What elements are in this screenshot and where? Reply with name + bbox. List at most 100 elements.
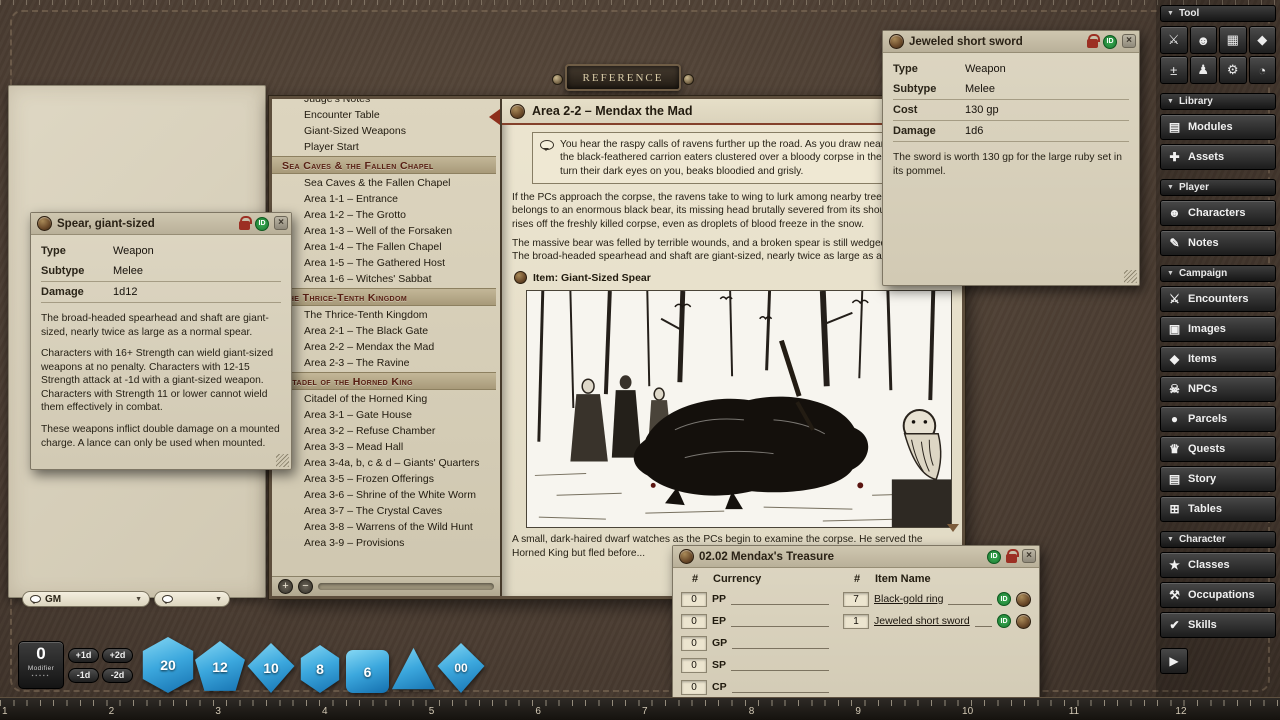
currency-qty-field[interactable]: 0 bbox=[681, 592, 707, 607]
item-name-link[interactable]: Black-gold ring bbox=[874, 593, 943, 605]
toc-entry[interactable]: Area 1-3 – Well of the Forsaken bbox=[272, 223, 496, 239]
toc-entry[interactable]: Judge's Notes bbox=[272, 99, 496, 107]
story-icon[interactable]: ▤ Story bbox=[1160, 466, 1276, 492]
dock-section-header[interactable]: ▼ Player bbox=[1160, 179, 1276, 196]
crossed-weapons-icon[interactable]: ⚔ bbox=[1160, 26, 1188, 54]
field-value[interactable]: Weapon bbox=[113, 245, 281, 257]
horizontal-scrollbar[interactable] bbox=[318, 583, 494, 590]
tables-icon[interactable]: ⊞ Tables bbox=[1160, 496, 1276, 522]
toc-entry[interactable]: Area 3-2 – Refuse Chamber bbox=[272, 423, 496, 439]
dock-section-header[interactable]: ▼ Library bbox=[1160, 93, 1276, 110]
dock-section-tool[interactable]: ▼ Tool bbox=[1160, 5, 1276, 22]
item-qty-field[interactable]: 7 bbox=[843, 592, 869, 607]
quests-icon[interactable]: ♛ Quests bbox=[1160, 436, 1276, 462]
die-d8[interactable]: 8 bbox=[296, 645, 344, 693]
chat-speaker-dropdown[interactable]: GM ▼ bbox=[22, 591, 150, 607]
item-qty-field[interactable]: 1 bbox=[843, 614, 869, 629]
minus-1d-button[interactable]: -1d bbox=[68, 668, 99, 683]
toc-entry[interactable]: Player Start bbox=[272, 139, 496, 155]
toc-entry[interactable]: The Thrice-Tenth Kingdom bbox=[272, 288, 496, 306]
bear-corpse-illustration[interactable] bbox=[526, 290, 952, 528]
radial-menu-icon[interactable] bbox=[510, 104, 525, 119]
page-turn-back-icon[interactable] bbox=[481, 109, 500, 125]
parcels-icon[interactable]: ● Parcels bbox=[1160, 406, 1276, 432]
dice-selection-icon[interactable]: ◆ bbox=[1249, 26, 1277, 54]
toc-entry[interactable]: Citadel of the Horned King bbox=[272, 372, 496, 390]
window-titlebar[interactable]: Spear, giant-sized ID bbox=[31, 213, 291, 235]
identities-icon[interactable]: ♟ bbox=[1190, 56, 1218, 84]
toc-entry[interactable]: Area 1-1 – Entrance bbox=[272, 191, 496, 207]
radial-menu-icon[interactable] bbox=[37, 216, 52, 231]
toc-entry[interactable]: Area 1-2 – The Grotto bbox=[272, 207, 496, 223]
radial-menu-icon[interactable] bbox=[889, 34, 904, 49]
field-value[interactable]: 1d6 bbox=[965, 125, 1129, 137]
plus-1d-button[interactable]: +1d bbox=[68, 648, 99, 663]
die-d4[interactable] bbox=[390, 646, 437, 693]
classes-icon[interactable]: ★ Classes bbox=[1160, 552, 1276, 578]
party-icon[interactable]: ☻ bbox=[1190, 26, 1218, 54]
die-d10[interactable]: 10 bbox=[246, 643, 296, 693]
radial-menu-icon[interactable] bbox=[1016, 592, 1031, 607]
currency-qty-field[interactable]: 0 bbox=[681, 658, 707, 673]
chat-mode-dropdown[interactable]: ▼ bbox=[154, 591, 230, 607]
close-icon[interactable]: × bbox=[1022, 549, 1036, 563]
close-icon[interactable]: × bbox=[274, 216, 288, 230]
item-name-link[interactable]: Jeweled short sword bbox=[874, 615, 970, 627]
dock-section-header[interactable]: ▼ Character bbox=[1160, 531, 1276, 548]
id-toggle[interactable]: ID bbox=[997, 592, 1011, 606]
modules-icon[interactable]: ▤ Modules bbox=[1160, 114, 1276, 140]
toc-entry[interactable]: Area 1-4 – The Fallen Chapel bbox=[272, 239, 496, 255]
play-button[interactable]: ▶ bbox=[1160, 648, 1188, 674]
currency-qty-field[interactable]: 0 bbox=[681, 636, 707, 651]
toc-entry[interactable]: Area 2-3 – The Ravine bbox=[272, 355, 496, 371]
items-icon[interactable]: ◆ Items bbox=[1160, 346, 1276, 372]
npcs-icon[interactable]: ☠ NPCs bbox=[1160, 376, 1276, 402]
toc-entry[interactable]: Area 1-5 – The Gathered Host bbox=[272, 255, 496, 271]
toc-entry[interactable]: Area 3-5 – Frozen Offerings bbox=[272, 471, 496, 487]
id-toggle[interactable]: ID bbox=[987, 550, 1001, 564]
die-d12[interactable]: 12 bbox=[194, 641, 246, 693]
field-value[interactable]: Melee bbox=[113, 265, 281, 277]
turn-timer-icon[interactable]: ◔ bbox=[1249, 56, 1277, 84]
toc-entry[interactable]: Citadel of the Horned King bbox=[272, 391, 496, 407]
currency-qty-field[interactable]: 0 bbox=[681, 614, 707, 629]
window-titlebar[interactable]: Jeweled short sword ID bbox=[883, 31, 1139, 53]
skills-icon[interactable]: ✔ Skills bbox=[1160, 612, 1276, 638]
toc-entry[interactable]: The Thrice-Tenth Kingdom bbox=[272, 307, 496, 323]
toc-entry[interactable]: Area 3-7 – The Crystal Caves bbox=[272, 503, 496, 519]
field-value[interactable]: 1d12 bbox=[113, 286, 281, 298]
toc-entry[interactable]: Area 3-6 – Shrine of the White Worm bbox=[272, 487, 496, 503]
id-toggle[interactable]: ID bbox=[1103, 35, 1117, 49]
field-value[interactable]: Melee bbox=[965, 83, 1129, 95]
toc-entry[interactable]: Encounter Table bbox=[272, 107, 496, 123]
toc-entry[interactable]: Area 3-8 – Warrens of the Wild Hunt bbox=[272, 519, 496, 535]
id-toggle[interactable]: ID bbox=[997, 614, 1011, 628]
radial-menu-icon[interactable] bbox=[679, 549, 694, 564]
plus-2d-button[interactable]: +2d bbox=[102, 648, 133, 663]
dock-section-header[interactable]: ▼ Campaign bbox=[1160, 265, 1276, 282]
currency-qty-field[interactable]: 0 bbox=[681, 680, 707, 695]
characters-icon[interactable]: ☻ Characters bbox=[1160, 200, 1276, 226]
field-value[interactable]: 130 gp bbox=[965, 104, 1129, 116]
zoom-out-button[interactable]: − bbox=[298, 579, 313, 594]
toc-entry[interactable]: Sea Caves & the Fallen Chapel bbox=[272, 156, 496, 174]
toc-entry[interactable]: Area 3-1 – Gate House bbox=[272, 407, 496, 423]
window-titlebar[interactable]: 02.02 Mendax's Treasure ID bbox=[673, 546, 1039, 568]
die-d100[interactable]: 00 bbox=[436, 643, 486, 693]
toc-entry[interactable]: Area 2-2 – Mendax the Mad bbox=[272, 339, 496, 355]
images-icon[interactable]: ▣ Images bbox=[1160, 316, 1276, 342]
id-toggle[interactable]: ID bbox=[255, 217, 269, 231]
toc-entry[interactable]: Area 2-1 – The Black Gate bbox=[272, 323, 496, 339]
toc-entry[interactable]: Area 3-9 – Provisions bbox=[272, 535, 496, 551]
toc-entry[interactable]: Sea Caves & the Fallen Chapel bbox=[272, 175, 496, 191]
scroll-down-icon[interactable] bbox=[947, 524, 959, 538]
resize-grip[interactable] bbox=[1124, 270, 1137, 283]
calculator-icon[interactable]: ▦ bbox=[1219, 26, 1247, 54]
field-value[interactable]: Weapon bbox=[965, 63, 1129, 75]
assets-icon[interactable]: ✚ Assets bbox=[1160, 144, 1276, 170]
options-gear-icon[interactable]: ⚙ bbox=[1219, 56, 1247, 84]
zoom-in-button[interactable]: + bbox=[278, 579, 293, 594]
toc-entry[interactable]: Area 1-6 – Witches' Sabbat bbox=[272, 271, 496, 287]
die-d6[interactable]: 6 bbox=[346, 650, 389, 693]
die-d20[interactable]: 20 bbox=[140, 637, 196, 693]
